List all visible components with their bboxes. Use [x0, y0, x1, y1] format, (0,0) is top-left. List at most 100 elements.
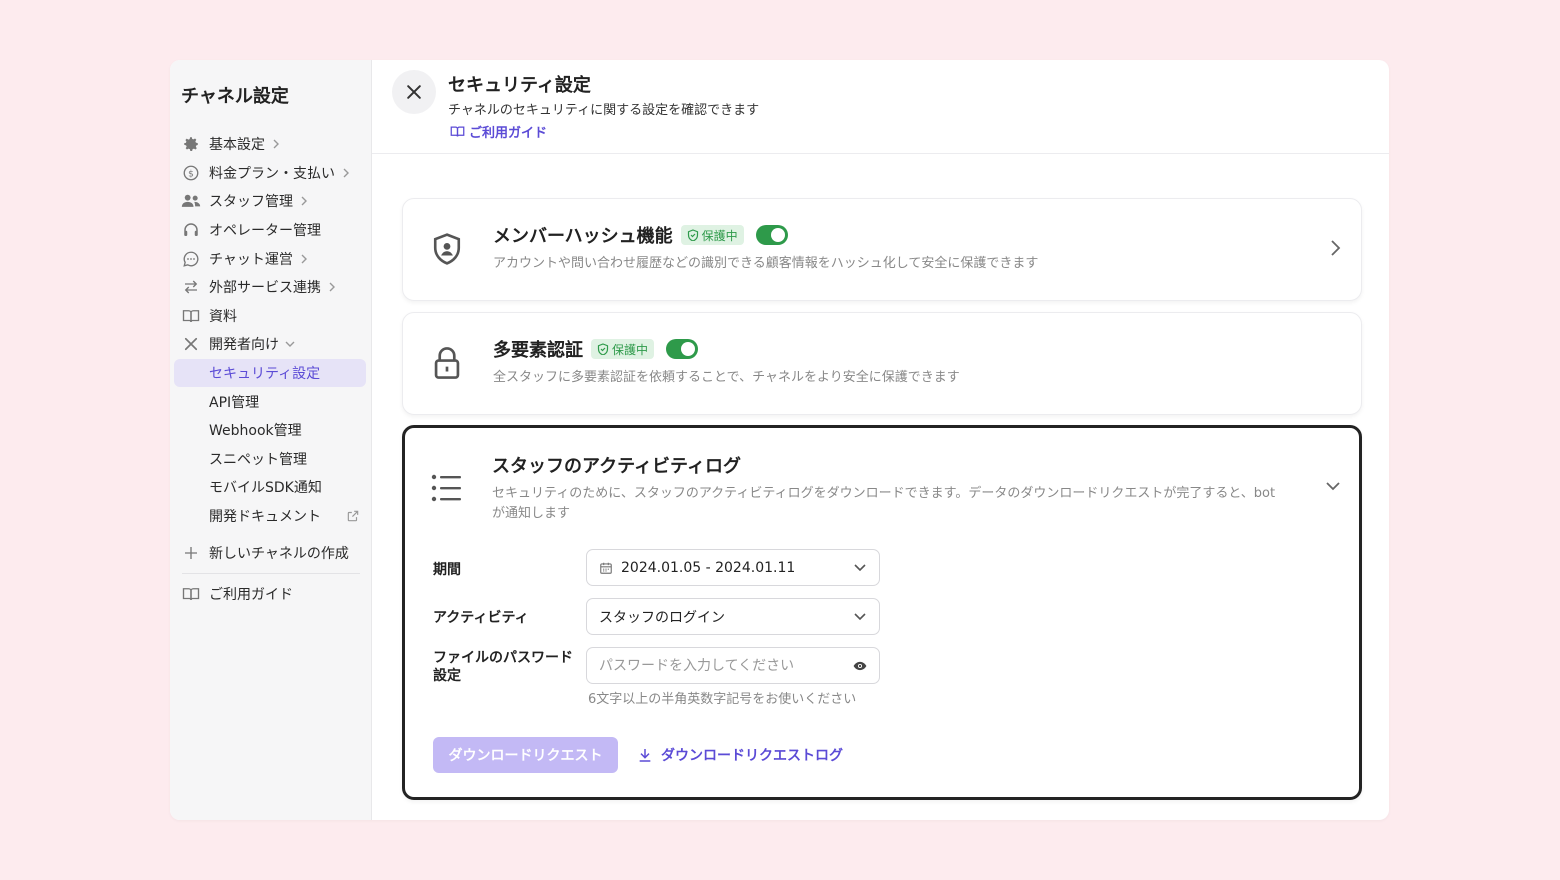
password-input[interactable]	[599, 657, 853, 674]
chat-icon	[181, 249, 201, 269]
period-value: 2024.01.05 - 2024.01.11	[621, 559, 796, 576]
sidebar-item-chat[interactable]: チャット運営	[174, 244, 366, 273]
guide-link-label: ご利用ガイド	[469, 126, 548, 141]
sidebar-item-label: スニペット管理	[209, 451, 307, 468]
page-title: セキュリティ設定	[448, 75, 591, 96]
sidebar-item-label: モバイルSDK通知	[209, 480, 322, 497]
password-hint: 6文字以上の半角英数字記号をお使いください	[588, 692, 857, 707]
gear-icon	[181, 134, 201, 154]
calendar-icon	[599, 561, 613, 575]
sidebar-item-label: 基本設定	[209, 137, 265, 154]
mfa-card: 多要素認証 保護中 全スタッフに多要素認証を依頼することで、チャネルをより安全に…	[402, 312, 1362, 415]
sidebar-item-label: API管理	[209, 394, 260, 411]
activity-log-card: スタッフのアクティビティログ セキュリティのために、スタッフのアクティビティログ…	[402, 425, 1362, 800]
sidebar-item-integrations[interactable]: 外部サービス連携	[174, 273, 366, 302]
chevron-down-icon	[853, 563, 867, 573]
activity-log-title-row: スタッフのアクティビティログ	[492, 452, 741, 478]
activity-label: アクティビティ	[433, 610, 529, 626]
activity-value: スタッフのログイン	[599, 609, 725, 626]
settings-window: チャネル設定 基本設定 $ 料金プラン・支払い スタッフ管理 オペレーター管理 …	[170, 60, 1389, 820]
mfa-description: 全スタッフに多要素認証を依頼することで、チャネルをより安全に保護できます	[493, 370, 960, 385]
member-hash-title: メンバーハッシュ機能	[493, 226, 673, 247]
guide-link[interactable]: ご利用ガイド	[450, 122, 547, 141]
sidebar-item-label: 料金プラン・支払い	[209, 165, 335, 182]
password-label-line2: 設定	[433, 668, 461, 684]
activity-log-title: スタッフのアクティビティログ	[492, 456, 741, 477]
status-badge: 保護中	[591, 339, 655, 359]
shield-check-icon	[597, 343, 609, 355]
chevron-right-icon	[327, 282, 337, 292]
list-icon	[429, 470, 465, 506]
activity-select[interactable]: スタッフのログイン	[586, 598, 880, 635]
sidebar-item-label: Webhook管理	[209, 423, 302, 440]
sidebar-item-label: 開発者向け	[209, 337, 279, 354]
download-request-log-link[interactable]: ダウンロードリクエストログ	[637, 745, 843, 765]
status-badge: 保護中	[680, 225, 744, 245]
sidebar-item-new-channel[interactable]: 新しいチャネルの作成	[174, 538, 366, 567]
password-label: ファイルのパスワード 設定	[433, 649, 573, 685]
activity-log-description-line2: が通知します	[492, 506, 571, 521]
sidebar-item-security[interactable]: セキュリティ設定	[174, 358, 366, 388]
chevron-right-icon	[271, 139, 281, 149]
book-icon	[181, 306, 201, 326]
page-header: セキュリティ設定 チャネルのセキュリティに関する設定を確認できます ご利用ガイド	[372, 60, 1389, 154]
sidebar-item-webhook[interactable]: Webhook管理	[174, 416, 366, 445]
book-icon	[450, 124, 465, 139]
chevron-right-icon	[299, 196, 309, 206]
sidebar-item-label: 新しいチャネルの作成	[209, 545, 349, 562]
sidebar-item-snippet[interactable]: スニペット管理	[174, 445, 366, 474]
activity-log-description: セキュリティのために、スタッフのアクティビティログをダウンロードできます。データ…	[492, 484, 1312, 524]
main-content: セキュリティ設定 チャネルのセキュリティに関する設定を確認できます ご利用ガイド…	[372, 60, 1389, 820]
download-icon	[637, 747, 653, 763]
sidebar-item-operator[interactable]: オペレーター管理	[174, 216, 366, 245]
tools-icon	[392, 70, 436, 114]
member-hash-toggle[interactable]	[755, 225, 788, 245]
sidebar-item-documents[interactable]: 資料	[174, 302, 366, 331]
chevron-right-icon[interactable]	[1329, 239, 1341, 257]
sidebar-item-mobile-sdk[interactable]: モバイルSDK通知	[174, 473, 366, 502]
mfa-title: 多要素認証	[493, 340, 583, 361]
shield-check-icon	[687, 229, 699, 241]
member-hash-card[interactable]: メンバーハッシュ機能 保護中 アカウントや問い合わせ履歴などの識別できる顧客情報…	[402, 198, 1362, 301]
sidebar-nav: 基本設定 $ 料金プラン・支払い スタッフ管理 オペレーター管理 チャット運営 …	[174, 130, 366, 609]
users-icon	[181, 191, 201, 211]
sidebar-item-label: 資料	[209, 308, 237, 325]
chevron-down-icon[interactable]	[1325, 480, 1341, 492]
member-hash-description: アカウントや問い合わせ履歴などの識別できる顧客情報をハッシュ化して安全に保護でき…	[493, 256, 1039, 271]
eye-icon[interactable]	[853, 661, 867, 671]
sidebar-item-dev-docs[interactable]: 開発ドキュメント	[174, 502, 366, 531]
status-badge-label: 保護中	[701, 228, 738, 243]
member-hash-title-row: メンバーハッシュ機能 保護中	[493, 222, 788, 248]
mfa-title-row: 多要素認証 保護中	[493, 336, 699, 362]
sidebar-title: チャネル設定	[181, 86, 289, 107]
status-badge-label: 保護中	[612, 342, 649, 357]
external-link-icon	[346, 509, 360, 523]
sidebar-item-guide[interactable]: ご利用ガイド	[174, 580, 366, 609]
plus-icon	[181, 543, 201, 563]
download-request-button[interactable]: ダウンロードリクエスト	[433, 737, 618, 773]
password-label-line1: ファイルのパスワード	[433, 650, 573, 666]
sidebar-item-label: セキュリティ設定	[209, 366, 321, 383]
chevron-right-icon	[341, 168, 351, 178]
lock-icon	[429, 345, 465, 381]
sidebar: チャネル設定 基本設定 $ 料金プラン・支払い スタッフ管理 オペレーター管理 …	[170, 60, 372, 820]
sidebar-item-staff[interactable]: スタッフ管理	[174, 187, 366, 216]
sidebar-divider	[182, 572, 360, 574]
swap-icon	[181, 277, 201, 297]
sidebar-item-basic[interactable]: 基本設定	[174, 130, 366, 159]
tools-icon	[181, 334, 201, 354]
sidebar-item-label: 外部サービス連携	[209, 280, 321, 297]
password-field[interactable]	[586, 647, 880, 684]
sidebar-item-developers[interactable]: 開発者向け	[174, 330, 366, 359]
book-icon	[181, 584, 201, 604]
chevron-down-icon	[285, 339, 295, 349]
mfa-toggle[interactable]	[666, 339, 699, 359]
activity-log-description-line1: セキュリティのために、スタッフのアクティビティログをダウンロードできます。データ…	[492, 486, 1276, 501]
chevron-down-icon	[853, 612, 867, 622]
download-request-log-label: ダウンロードリクエストログ	[661, 748, 843, 764]
period-date-picker[interactable]: 2024.01.05 - 2024.01.11	[586, 549, 880, 586]
sidebar-item-label: スタッフ管理	[209, 194, 293, 211]
sidebar-item-api[interactable]: API管理	[174, 387, 366, 416]
sidebar-item-billing[interactable]: $ 料金プラン・支払い	[174, 159, 366, 188]
